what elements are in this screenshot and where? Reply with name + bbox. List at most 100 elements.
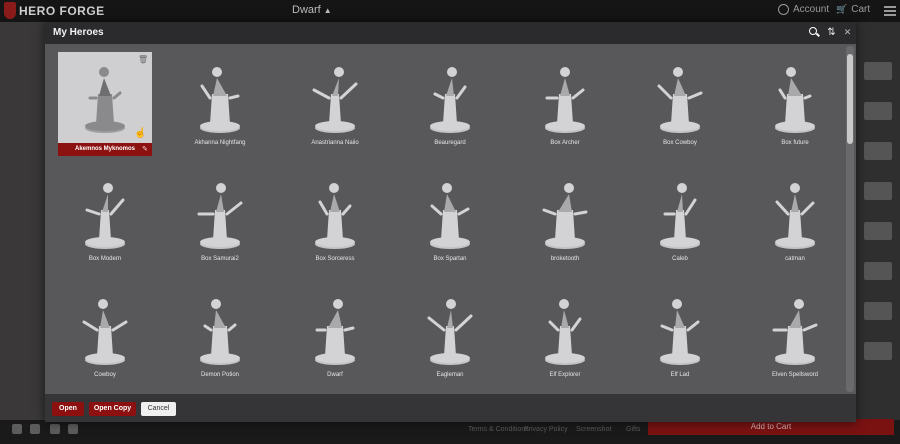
- footer-link-terms[interactable]: Terms & Conditions: [468, 426, 529, 433]
- cancel-button[interactable]: Cancel: [141, 402, 176, 416]
- hero-figure-image: [85, 183, 125, 249]
- hero-card[interactable]: Caleb: [633, 168, 727, 272]
- footer-link-screenshot[interactable]: Screenshot: [576, 426, 611, 433]
- grid-scrollbar[interactable]: [846, 46, 854, 392]
- hero-card[interactable]: Elf Lad: [633, 284, 727, 388]
- hero-title: Dwarf: [292, 4, 321, 16]
- hero-card[interactable]: Box Archer: [518, 52, 612, 156]
- open-copy-button[interactable]: Open Copy: [89, 402, 136, 416]
- panel-thumbnail: [864, 302, 892, 320]
- hero-name: Dwarf: [327, 372, 343, 378]
- hero-figure-image: [775, 67, 815, 133]
- hero-name: Elf Lad: [670, 372, 690, 378]
- account-label: Account: [793, 4, 830, 15]
- hero-card[interactable]: Akemnos Myknomos 🗑 ✎ ☝: [58, 52, 152, 156]
- instagram-icon[interactable]: [50, 424, 60, 434]
- hero-figure-image: [82, 299, 128, 365]
- hero-thumbnail: [528, 288, 602, 368]
- close-icon[interactable]: ✕: [842, 27, 853, 38]
- background-left-strip: [0, 22, 46, 422]
- twitter-icon[interactable]: [30, 424, 40, 434]
- hero-card[interactable]: Box Sorceress: [288, 168, 382, 272]
- hero-name: Akhanna Nightfang: [194, 140, 246, 146]
- my-heroes-modal: My Heroes ⇅ ✕ Akemnos Myknomos 🗑 ✎ ☝ Akhanna…: [45, 22, 856, 422]
- hero-thumbnail: [183, 288, 257, 368]
- hero-card[interactable]: catman: [748, 168, 842, 272]
- hero-thumbnail: [183, 56, 257, 136]
- edit-pencil-icon[interactable]: ✎: [142, 145, 150, 153]
- hero-name: Box Archer: [550, 140, 580, 146]
- account-link[interactable]: Account: [778, 4, 829, 15]
- caret-up-icon: ▲: [323, 6, 332, 15]
- cart-link[interactable]: 🛒 Cart: [836, 4, 870, 15]
- hero-thumbnail: [643, 288, 717, 368]
- open-button[interactable]: Open: [52, 402, 84, 416]
- hero-thumbnail: [298, 56, 372, 136]
- hero-figure-image: [200, 67, 240, 133]
- hero-thumbnail: [68, 288, 142, 368]
- hero-thumbnail: [68, 56, 142, 136]
- hero-name: Box Sorceress: [315, 256, 355, 262]
- hero-figure-image: [315, 183, 355, 249]
- hero-name: Caleb: [672, 256, 688, 262]
- hero-thumbnail: [183, 172, 257, 252]
- hero-card[interactable]: Box Modern: [58, 168, 152, 272]
- panel-thumbnail: [864, 62, 892, 80]
- hero-name: Eagleman: [436, 372, 464, 378]
- hero-card[interactable]: Eagleman: [403, 284, 497, 388]
- hero-forge-logo[interactable]: HERO FORGE: [4, 2, 105, 19]
- hero-card[interactable]: Elven Spellsword: [748, 284, 842, 388]
- hero-name: Box Modern: [88, 256, 122, 262]
- hero-thumbnail: [643, 56, 717, 136]
- hero-title-dropdown[interactable]: Dwarf ▲: [292, 4, 332, 16]
- hero-thumbnail: [528, 172, 602, 252]
- hero-thumbnail: [528, 56, 602, 136]
- hero-card[interactable]: Anastrianna Naiio: [288, 52, 382, 156]
- hero-figure-image: [657, 67, 703, 133]
- hero-card[interactable]: Elf Explorer: [518, 284, 612, 388]
- facebook-icon[interactable]: [12, 424, 22, 434]
- hero-card[interactable]: Akhanna Nightfang: [173, 52, 267, 156]
- hero-card[interactable]: Demon Potion: [173, 284, 267, 388]
- trash-icon[interactable]: 🗑: [138, 55, 148, 64]
- hero-card[interactable]: Cowboy: [58, 284, 152, 388]
- hero-name: Box future: [781, 140, 809, 146]
- hero-figure-image: [312, 67, 358, 133]
- hero-figure-image: [427, 299, 473, 365]
- hero-figure-image: [660, 183, 700, 249]
- hero-card[interactable]: Box future: [748, 52, 842, 156]
- hero-name: Cowboy: [94, 372, 116, 378]
- panel-thumbnail: [864, 342, 892, 360]
- sort-icon[interactable]: ⇅: [826, 27, 837, 38]
- hero-name: Box Cowboy: [663, 140, 697, 146]
- hamburger-menu-icon[interactable]: [884, 6, 896, 16]
- app-topbar: HERO FORGE Dwarf ▲ Account 🛒 Cart: [0, 0, 900, 22]
- footer-link-gifts[interactable]: Gifts: [626, 426, 640, 433]
- hero-figure-image: [772, 299, 818, 365]
- hero-figure-image: [430, 183, 470, 249]
- hero-thumbnail: [298, 172, 372, 252]
- modal-header: My Heroes ⇅ ✕: [45, 22, 856, 44]
- hero-name: Box Samurai2: [201, 256, 239, 262]
- scrollbar-thumb[interactable]: [847, 54, 853, 144]
- panel-thumbnail: [864, 182, 892, 200]
- hero-card[interactable]: Box Samurai2: [173, 168, 267, 272]
- modal-footer: Open Open Copy Cancel: [45, 394, 856, 422]
- hero-name: Akemnos Myknomos: [58, 143, 152, 156]
- hero-card[interactable]: Box Cowboy: [633, 52, 727, 156]
- footer-link-privacy[interactable]: Privacy Policy: [524, 426, 568, 433]
- email-icon[interactable]: [68, 424, 78, 434]
- hero-name: Elven Spellsword: [771, 372, 819, 378]
- hero-thumbnail: [298, 288, 372, 368]
- hero-figure-image: [85, 67, 125, 133]
- hero-card[interactable]: broketooth: [518, 168, 612, 272]
- hero-name: Box Spartan: [433, 256, 467, 262]
- panel-thumbnail: [864, 262, 892, 280]
- hero-card[interactable]: Beauregard: [403, 52, 497, 156]
- hero-card[interactable]: Dwarf: [288, 284, 382, 388]
- hero-thumbnail: [643, 172, 717, 252]
- hero-name: Elf Explorer: [549, 372, 581, 378]
- hero-card[interactable]: Box Spartan: [403, 168, 497, 272]
- search-icon[interactable]: [809, 27, 820, 38]
- hero-thumbnail: [68, 172, 142, 252]
